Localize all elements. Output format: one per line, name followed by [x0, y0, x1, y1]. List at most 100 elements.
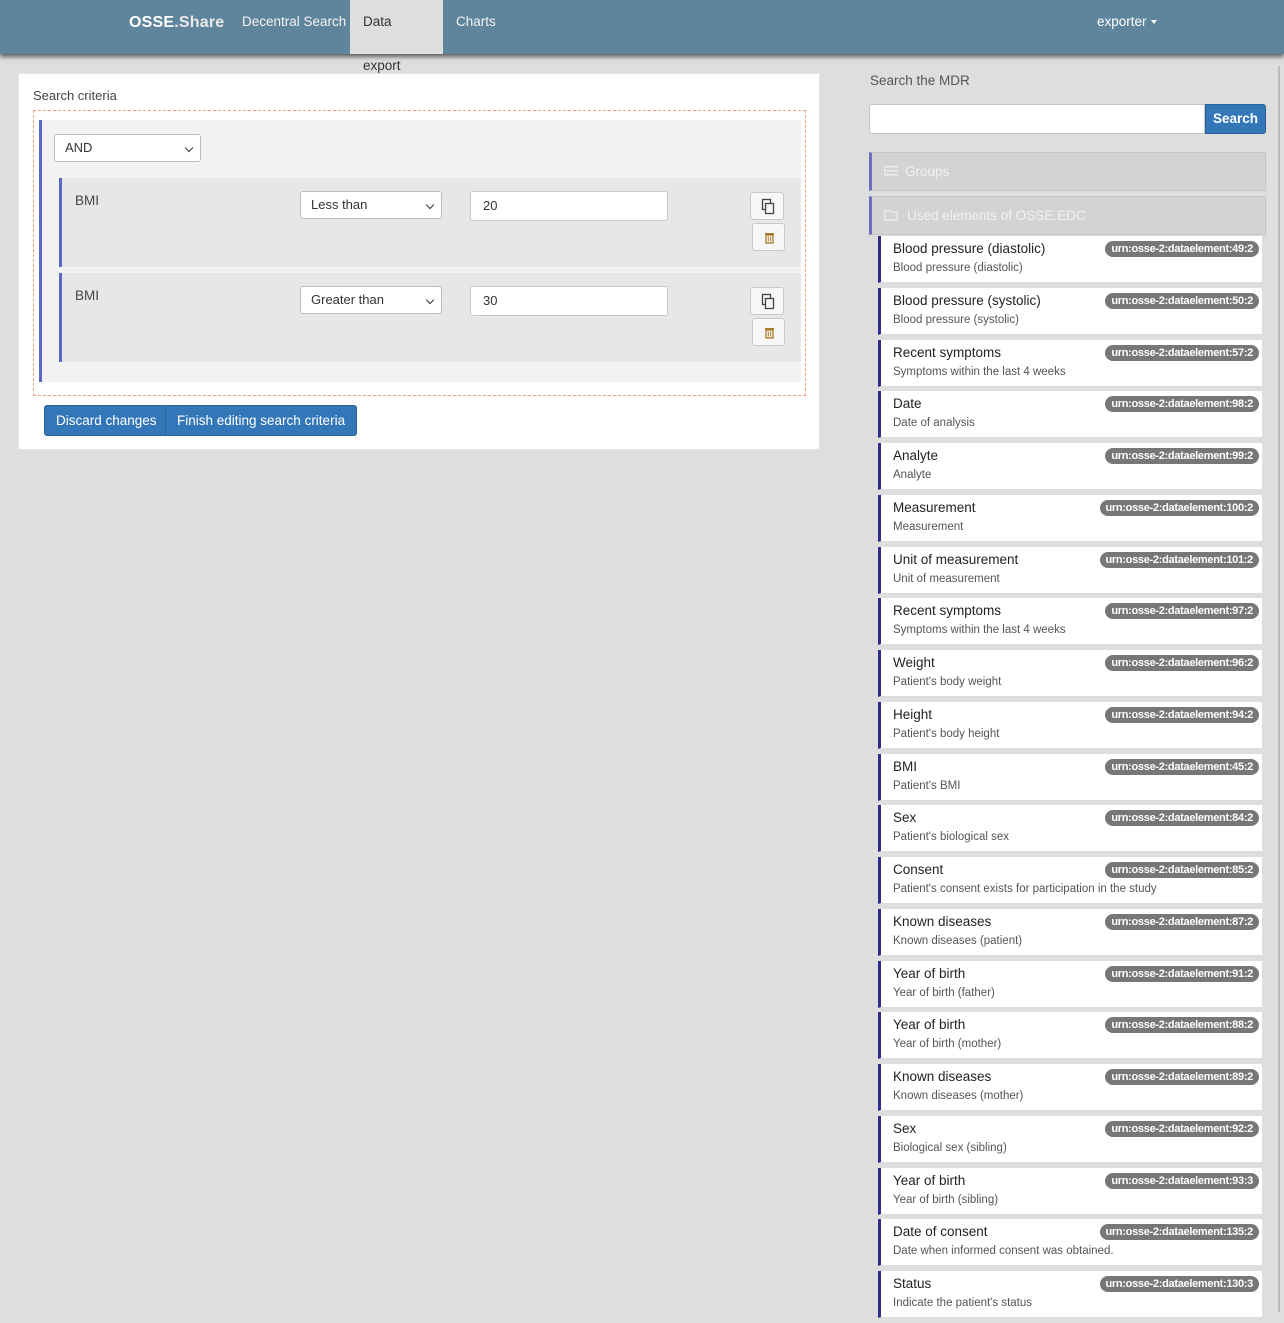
groups-accordion[interactable]: Groups	[869, 152, 1266, 191]
brand-logo[interactable]: OSSE.Share	[129, 14, 224, 32]
element-name: Analyte	[893, 448, 939, 463]
criterion-value-input[interactable]: 30	[470, 286, 668, 316]
element-description: Blood pressure (diastolic)	[893, 262, 1023, 274]
mdr-search-input[interactable]	[869, 104, 1205, 134]
element-name: Year of birth	[893, 1172, 966, 1188]
element-description: Blood pressure (systolic)	[893, 313, 1019, 326]
criterion-operator-select[interactable]: Less than	[300, 191, 442, 219]
element-description: Patient's biological sex	[893, 831, 1009, 844]
chevron-down-icon	[425, 200, 435, 210]
criterion-row: BMI Less than 20	[59, 178, 801, 267]
data-element-item[interactable]: Date of consent Date when informed consen…	[878, 1219, 1262, 1267]
chevron-down-icon	[425, 295, 435, 305]
element-description: Patient's body weight	[893, 676, 1002, 688]
delete-criterion-button[interactable]	[752, 223, 785, 251]
data-element-item[interactable]: Date Date of analysis urn:osse-2:dataeleme…	[878, 391, 1262, 439]
panel-title: Search criteria	[33, 88, 117, 103]
delete-criterion-button[interactable]	[752, 318, 785, 346]
list-icon	[884, 166, 898, 176]
data-element-list: Blood pressure (diastolic) Blood pressure…	[878, 236, 1262, 1323]
data-element-item[interactable]: Unit of measurement Unit of measurement ur…	[878, 546, 1262, 594]
element-name: Recent symptoms	[893, 344, 1002, 360]
data-element-item[interactable]: Recent symptoms Symptoms within the last …	[878, 339, 1262, 387]
data-element-item[interactable]: Analyte Analyte urn:osse-2:dataelement:99:…	[878, 443, 1262, 490]
urn-badge: urn:osse-2:dataelement:96:2	[1105, 655, 1259, 671]
urn-badge: urn:osse-2:dataelement:94:2	[1105, 706, 1259, 723]
urn-badge: urn:osse-2:dataelement:87:2	[1105, 913, 1259, 930]
urn-badge: urn:osse-2:dataelement:89:2	[1105, 1069, 1259, 1085]
data-element-item[interactable]: Sex Patient's biological sex urn:osse-2:da…	[878, 805, 1262, 853]
folder-icon	[884, 209, 898, 221]
data-element-item[interactable]: Status Indicate the patient's status urn:o…	[878, 1271, 1262, 1318]
urn-badge: urn:osse-2:dataelement:85:2	[1105, 862, 1259, 878]
data-element-item[interactable]: Sex Biological sex (sibling) urn:osse-2:da…	[878, 1115, 1262, 1163]
brand-text: OSSE	[129, 14, 175, 31]
data-element-item[interactable]: Measurement Measurement urn:osse-2:dataele…	[878, 494, 1262, 542]
element-description: Date when informed consent was obtained.	[893, 1245, 1114, 1258]
mdr-search-button[interactable]: Search	[1205, 104, 1266, 134]
element-description: Unit of measurement	[893, 572, 1000, 585]
criteria-drop-zone: AND BMI Less than 20 BMI Greater than 30	[33, 110, 806, 396]
data-element-item[interactable]: Known diseases Known diseases (patient) ur…	[878, 908, 1262, 956]
element-description: Year of birth (mother)	[893, 1038, 1002, 1051]
group-operator-select[interactable]: AND	[54, 134, 201, 162]
data-element-item[interactable]: Year of birth Year of birth (mother) urn:o…	[878, 1012, 1262, 1060]
tab-data-export[interactable]: Data export	[350, 0, 443, 73]
data-element-item[interactable]: Blood pressure (diastolic) Blood pressure…	[878, 236, 1262, 283]
element-name: Blood pressure (diastolic)	[893, 241, 1046, 256]
trash-icon	[765, 328, 774, 339]
urn-badge: urn:osse-2:dataelement:84:2	[1105, 810, 1259, 827]
groups-label: Groups	[905, 164, 950, 179]
data-element-item[interactable]: Height Patient's body height urn:osse-2:da…	[878, 701, 1262, 749]
user-name: exporter	[1097, 14, 1147, 29]
urn-badge: urn:osse-2:dataelement:97:2	[1105, 603, 1259, 620]
discard-changes-button[interactable]: Discard changes	[44, 405, 169, 436]
data-element-item[interactable]: Recent symptoms Symptoms within the last …	[878, 598, 1262, 646]
used-elements-accordion[interactable]: Used elements of OSSE.EDC	[869, 196, 1266, 235]
data-element-item[interactable]: Year of birth Year of birth (sibling) urn:…	[878, 1167, 1262, 1215]
urn-badge: urn:osse-2:dataelement:50:2	[1105, 292, 1259, 309]
data-element-item[interactable]: Consent Patient's consent exists for part…	[878, 857, 1262, 904]
copy-icon	[761, 293, 775, 310]
used-elements-label: Used elements of OSSE.EDC	[907, 208, 1086, 223]
element-description: Patient's body height	[893, 727, 1000, 740]
element-name: Date of consent	[893, 1224, 988, 1240]
data-element-item[interactable]: Weight Patient's body weight urn:osse-2:da…	[878, 650, 1262, 697]
copy-criterion-button[interactable]	[750, 287, 784, 315]
data-element-item[interactable]: Known diseases Known diseases (mother) urn…	[878, 1064, 1262, 1111]
tab-charts[interactable]: Charts	[443, 0, 509, 54]
element-description: Patient's BMI	[893, 779, 961, 792]
caret-down-icon	[1150, 20, 1157, 25]
urn-badge: urn:osse-2:dataelement:57:2	[1105, 344, 1259, 361]
data-element-item[interactable]: BMI Patient's BMI urn:osse-2:dataelement:4…	[878, 753, 1262, 801]
urn-badge: urn:osse-2:dataelement:93:3	[1105, 1172, 1259, 1189]
urn-badge: urn:osse-2:dataelement:100:2	[1099, 499, 1259, 516]
user-menu[interactable]: exporter	[1097, 0, 1157, 44]
criteria-group: AND BMI Less than 20 BMI Greater than 30	[39, 120, 801, 382]
tab-decentral-search[interactable]: Decentral Search	[229, 0, 359, 54]
element-name: Year of birth	[893, 1017, 966, 1033]
element-name: Blood pressure (systolic)	[893, 292, 1041, 308]
criterion-operator-select[interactable]: Greater than	[300, 286, 442, 314]
copy-criterion-button[interactable]	[750, 192, 784, 220]
urn-badge: urn:osse-2:dataelement:88:2	[1105, 1017, 1259, 1034]
element-name: Unit of measurement	[893, 551, 1019, 567]
element-name: Year of birth	[893, 965, 966, 981]
criterion-value-input[interactable]: 20	[470, 191, 668, 221]
data-element-item[interactable]: Year of birth Year of birth (father) urn:o…	[878, 960, 1262, 1008]
scrollbar[interactable]	[1278, 66, 1280, 1312]
element-description: Biological sex (sibling)	[893, 1141, 1007, 1154]
mdr-title: Search the MDR	[870, 73, 970, 88]
data-element-item[interactable]: Blood pressure (systolic) Blood pressure …	[878, 287, 1262, 335]
element-name: Weight	[893, 655, 935, 670]
top-navbar: OSSE.Share Decentral Search Data export …	[0, 0, 1284, 73]
criterion-operator-value: Less than	[311, 197, 368, 212]
trash-icon	[765, 233, 774, 244]
urn-badge: urn:osse-2:dataelement:45:2	[1105, 758, 1259, 775]
finish-editing-button[interactable]: Finish editing search criteria	[165, 405, 358, 436]
element-description: Year of birth (father)	[893, 986, 995, 999]
urn-badge: urn:osse-2:dataelement:130:3	[1099, 1276, 1259, 1292]
element-name: Consent	[893, 862, 944, 877]
element-name: Sex	[893, 1120, 917, 1136]
element-name: Known diseases	[893, 913, 992, 929]
